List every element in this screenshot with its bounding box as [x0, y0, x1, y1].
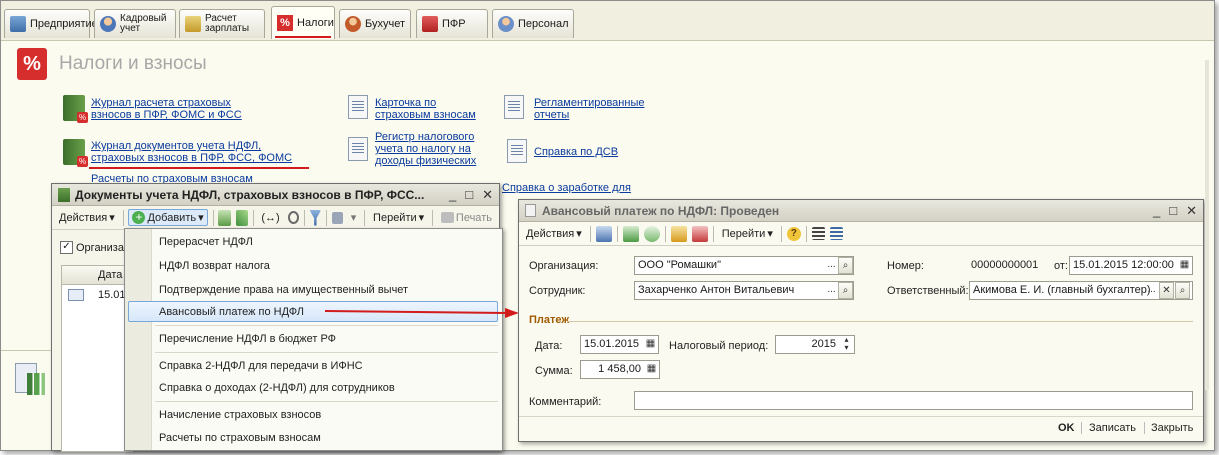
button-separator — [1144, 422, 1145, 434]
toolbar-separator — [712, 225, 714, 242]
form-toolbar: Действия ▾ Перейти ▾ ? — [519, 222, 1203, 246]
structure-list-icon[interactable] — [829, 227, 843, 240]
date-label: Дата: — [535, 340, 563, 352]
toolbar-separator — [589, 225, 591, 242]
close-button[interactable]: Закрыть — [1151, 422, 1193, 434]
post-icon[interactable] — [622, 225, 639, 242]
help-icon[interactable]: ? — [786, 226, 801, 241]
responsible-search-icon[interactable]: ⌕ — [1175, 282, 1190, 299]
actions-label: Действия — [526, 227, 575, 240]
responsible-clear-icon[interactable]: ✕ — [1159, 282, 1174, 299]
date-time-field[interactable]: 15.01.2015 12:00:00 — [1069, 256, 1193, 275]
maximize-icon[interactable]: □ — [1169, 203, 1177, 219]
based-on-icon[interactable] — [670, 225, 687, 242]
calendar-icon[interactable]: ▦ — [643, 336, 658, 353]
responsible-label: Ответственный: — [887, 285, 969, 297]
payment-section-title: Платеж — [529, 314, 570, 326]
from-label: от: — [1054, 260, 1068, 272]
responsible-select-button[interactable]: ... — [1144, 282, 1159, 299]
ok-button[interactable]: OK — [1058, 422, 1075, 434]
minimize-icon[interactable]: _ — [1153, 203, 1160, 219]
employee-search-icon[interactable]: ⌕ — [838, 282, 853, 299]
toolbar-separator — [780, 225, 782, 242]
movements-icon[interactable] — [691, 225, 708, 242]
save-button[interactable]: Записать — [1089, 422, 1136, 434]
scrollbar[interactable] — [1205, 60, 1209, 390]
tax-period-label: Налоговый период: — [669, 340, 769, 352]
advance-payment-form: Авансовый платеж по НДФЛ: Проведен _ □ ✕… — [518, 199, 1204, 442]
employee-field[interactable]: Захарченко Антон Витальевич — [634, 281, 854, 300]
form-title: Авансовый платеж по НДФЛ: Проведен — [542, 203, 780, 218]
goto-label: Перейти — [721, 227, 766, 240]
toolbar-separator — [805, 225, 807, 242]
list-icon[interactable] — [811, 227, 825, 240]
form-goto-button[interactable]: Перейти ▾ — [719, 226, 776, 241]
number-value[interactable]: 00000000001 — [971, 259, 1038, 271]
employee-label: Сотрудник: — [529, 285, 586, 297]
form-document-icon — [525, 204, 536, 217]
form-titlebar[interactable]: Авансовый платеж по НДФЛ: Проведен _ □ ✕ — [519, 200, 1203, 222]
calculator-icon[interactable]: ▦ — [644, 361, 659, 378]
close-icon[interactable]: ✕ — [1186, 203, 1197, 219]
post-close-icon[interactable] — [595, 225, 612, 242]
toolbar-separator — [664, 225, 666, 242]
sum-label: Сумма: — [535, 365, 573, 377]
employee-select-button[interactable]: ... — [824, 282, 839, 299]
org-label: Организация: — [529, 260, 599, 272]
org-field[interactable]: ООО "Ромашки" — [634, 256, 854, 275]
comment-field[interactable] — [634, 391, 1193, 410]
number-label: Номер: — [887, 260, 924, 272]
form-actions-button[interactable]: Действия ▾ — [523, 226, 585, 241]
button-separator — [1081, 422, 1082, 434]
org-select-button[interactable]: ... — [824, 257, 839, 274]
org-search-icon[interactable]: ⌕ — [838, 257, 853, 274]
calendar-icon[interactable]: ▦ — [1177, 257, 1192, 274]
refresh-icon[interactable] — [643, 225, 660, 242]
period-spinner[interactable]: ▴ ▾ — [839, 336, 854, 353]
comment-label: Комментарий: — [529, 396, 602, 408]
section-divider — [567, 321, 1193, 322]
toolbar-separator — [616, 225, 618, 242]
